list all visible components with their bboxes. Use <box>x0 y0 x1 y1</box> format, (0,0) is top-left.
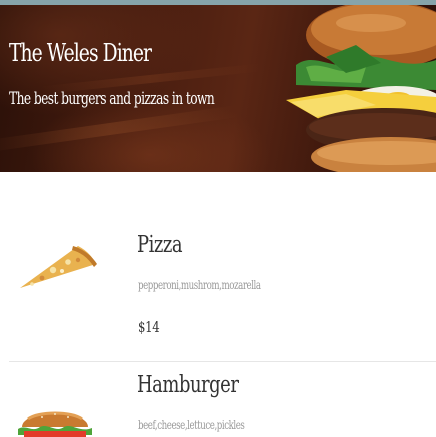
menu-item-name: Pizza <box>137 232 183 258</box>
menu-item-name: Hamburger <box>137 372 239 398</box>
page-subtitle: The best burgers and pizzas in town <box>9 89 215 109</box>
hamburger-icon <box>18 411 92 437</box>
menu-item-pizza[interactable]: Pizza pepperoni,mushrom,mozarella $14 <box>0 172 436 361</box>
page-title: The Weles Diner <box>9 39 152 67</box>
menu-item-price: $14 <box>138 318 160 336</box>
menu-item-description: beef,cheese,lettuce,pickles <box>138 418 245 432</box>
menu-item-description: pepperoni,mushrom,mozarella <box>138 278 261 292</box>
menu-item-hamburger[interactable]: Hamburger beef,cheese,lettuce,pickles <box>0 362 436 437</box>
hero-burger-image <box>286 5 436 172</box>
pizza-slice-icon <box>20 246 97 288</box>
hero-wood-grain <box>0 104 240 154</box>
hero-banner: The Weles Diner The best burgers and piz… <box>0 5 436 172</box>
